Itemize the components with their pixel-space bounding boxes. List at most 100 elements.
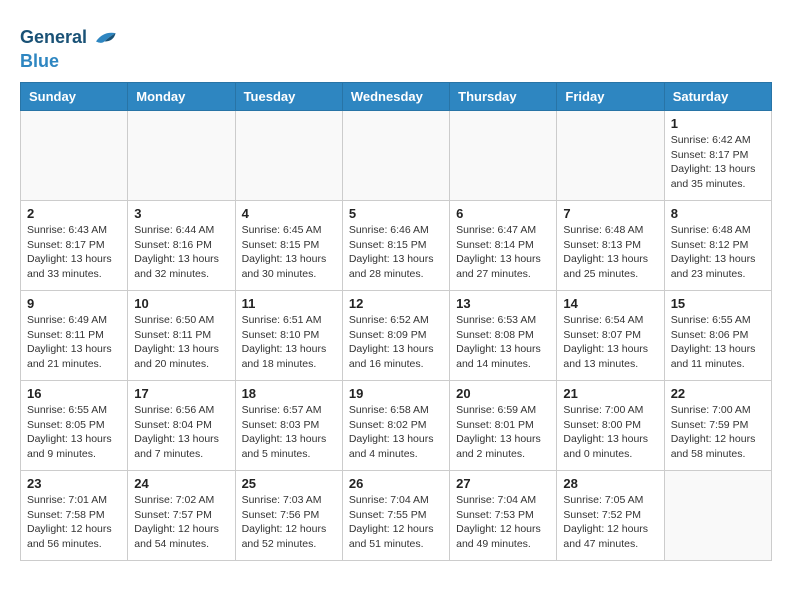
calendar-cell: 15 Sunrise: 6:55 AM Sunset: 8:06 PM Dayli… bbox=[664, 291, 771, 381]
page-header: General Blue bbox=[20, 20, 772, 72]
calendar-cell bbox=[557, 111, 664, 201]
day-info: Sunrise: 6:56 AM Sunset: 8:04 PM Dayligh… bbox=[134, 403, 228, 462]
day-info: Sunrise: 7:03 AM Sunset: 7:56 PM Dayligh… bbox=[242, 493, 336, 552]
header-monday: Monday bbox=[128, 83, 235, 111]
day-number: 4 bbox=[242, 206, 336, 221]
calendar-cell: 5 Sunrise: 6:46 AM Sunset: 8:15 PM Daylig… bbox=[342, 201, 449, 291]
calendar-cell: 4 Sunrise: 6:45 AM Sunset: 8:15 PM Daylig… bbox=[235, 201, 342, 291]
calendar-cell: 16 Sunrise: 6:55 AM Sunset: 8:05 PM Dayli… bbox=[21, 381, 128, 471]
day-number: 11 bbox=[242, 296, 336, 311]
day-number: 15 bbox=[671, 296, 765, 311]
calendar-cell: 26Sunrise: 7:04 AM Sunset: 7:55 PM Dayli… bbox=[342, 471, 449, 561]
day-info: Sunrise: 6:52 AM Sunset: 8:09 PM Dayligh… bbox=[349, 313, 443, 372]
calendar-cell bbox=[21, 111, 128, 201]
calendar-cell bbox=[664, 471, 771, 561]
header-thursday: Thursday bbox=[450, 83, 557, 111]
calendar-table: SundayMondayTuesdayWednesdayThursdayFrid… bbox=[20, 82, 772, 561]
day-number: 25 bbox=[242, 476, 336, 491]
calendar-cell: 1 Sunrise: 6:42 AM Sunset: 8:17 PM Daylig… bbox=[664, 111, 771, 201]
day-number: 14 bbox=[563, 296, 657, 311]
week-row-3: 16 Sunrise: 6:55 AM Sunset: 8:05 PM Dayli… bbox=[21, 381, 772, 471]
logo-bird-icon bbox=[89, 24, 117, 52]
week-row-4: 23 Sunrise: 7:01 AM Sunset: 7:58 PM Dayli… bbox=[21, 471, 772, 561]
day-info: Sunrise: 6:54 AM Sunset: 8:07 PM Dayligh… bbox=[563, 313, 657, 372]
day-info: Sunrise: 6:59 AM Sunset: 8:01 PM Dayligh… bbox=[456, 403, 550, 462]
day-info: Sunrise: 7:00 AM Sunset: 8:00 PM Dayligh… bbox=[563, 403, 657, 462]
header-tuesday: Tuesday bbox=[235, 83, 342, 111]
day-number: 17 bbox=[134, 386, 228, 401]
day-info: Sunrise: 7:01 AM Sunset: 7:58 PM Dayligh… bbox=[27, 493, 121, 552]
day-info: Sunrise: 6:50 AM Sunset: 8:11 PM Dayligh… bbox=[134, 313, 228, 372]
calendar-cell: 11Sunrise: 6:51 AM Sunset: 8:10 PM Dayli… bbox=[235, 291, 342, 381]
calendar-cell: 9 Sunrise: 6:49 AM Sunset: 8:11 PM Daylig… bbox=[21, 291, 128, 381]
day-number: 24 bbox=[134, 476, 228, 491]
week-row-0: 1 Sunrise: 6:42 AM Sunset: 8:17 PM Daylig… bbox=[21, 111, 772, 201]
calendar-cell: 17 Sunrise: 6:56 AM Sunset: 8:04 PM Dayli… bbox=[128, 381, 235, 471]
day-number: 5 bbox=[349, 206, 443, 221]
day-number: 23 bbox=[27, 476, 121, 491]
calendar-cell: 2Sunrise: 6:43 AM Sunset: 8:17 PM Daylig… bbox=[21, 201, 128, 291]
day-number: 10 bbox=[134, 296, 228, 311]
calendar-cell: 12 Sunrise: 6:52 AM Sunset: 8:09 PM Dayli… bbox=[342, 291, 449, 381]
day-number: 16 bbox=[27, 386, 121, 401]
calendar-cell: 18Sunrise: 6:57 AM Sunset: 8:03 PM Dayli… bbox=[235, 381, 342, 471]
calendar-cell: 19 Sunrise: 6:58 AM Sunset: 8:02 PM Dayli… bbox=[342, 381, 449, 471]
day-info: Sunrise: 6:47 AM Sunset: 8:14 PM Dayligh… bbox=[456, 223, 550, 282]
day-number: 6 bbox=[456, 206, 550, 221]
day-info: Sunrise: 6:48 AM Sunset: 8:12 PM Dayligh… bbox=[671, 223, 765, 282]
calendar-cell: 13Sunrise: 6:53 AM Sunset: 8:08 PM Dayli… bbox=[450, 291, 557, 381]
day-number: 1 bbox=[671, 116, 765, 131]
calendar-cell: 6 Sunrise: 6:47 AM Sunset: 8:14 PM Daylig… bbox=[450, 201, 557, 291]
day-info: Sunrise: 7:02 AM Sunset: 7:57 PM Dayligh… bbox=[134, 493, 228, 552]
day-number: 28 bbox=[563, 476, 657, 491]
day-number: 12 bbox=[349, 296, 443, 311]
calendar-cell bbox=[128, 111, 235, 201]
day-number: 13 bbox=[456, 296, 550, 311]
calendar-cell: 24 Sunrise: 7:02 AM Sunset: 7:57 PM Dayli… bbox=[128, 471, 235, 561]
logo-text-general: General bbox=[20, 28, 87, 48]
day-number: 8 bbox=[671, 206, 765, 221]
calendar-cell: 28 Sunrise: 7:05 AM Sunset: 7:52 PM Dayli… bbox=[557, 471, 664, 561]
day-number: 9 bbox=[27, 296, 121, 311]
day-number: 20 bbox=[456, 386, 550, 401]
day-info: Sunrise: 6:42 AM Sunset: 8:17 PM Dayligh… bbox=[671, 133, 765, 192]
day-info: Sunrise: 7:05 AM Sunset: 7:52 PM Dayligh… bbox=[563, 493, 657, 552]
calendar-cell bbox=[450, 111, 557, 201]
calendar-cell: 10 Sunrise: 6:50 AM Sunset: 8:11 PM Dayli… bbox=[128, 291, 235, 381]
calendar-header-row: SundayMondayTuesdayWednesdayThursdayFrid… bbox=[21, 83, 772, 111]
calendar-cell: 25 Sunrise: 7:03 AM Sunset: 7:56 PM Dayli… bbox=[235, 471, 342, 561]
calendar-cell: 8 Sunrise: 6:48 AM Sunset: 8:12 PM Daylig… bbox=[664, 201, 771, 291]
day-info: Sunrise: 6:49 AM Sunset: 8:11 PM Dayligh… bbox=[27, 313, 121, 372]
calendar-cell bbox=[342, 111, 449, 201]
week-row-1: 2Sunrise: 6:43 AM Sunset: 8:17 PM Daylig… bbox=[21, 201, 772, 291]
day-info: Sunrise: 7:00 AM Sunset: 7:59 PM Dayligh… bbox=[671, 403, 765, 462]
calendar-cell: 23 Sunrise: 7:01 AM Sunset: 7:58 PM Dayli… bbox=[21, 471, 128, 561]
header-sunday: Sunday bbox=[21, 83, 128, 111]
day-info: Sunrise: 6:58 AM Sunset: 8:02 PM Dayligh… bbox=[349, 403, 443, 462]
day-number: 19 bbox=[349, 386, 443, 401]
day-number: 3 bbox=[134, 206, 228, 221]
day-info: Sunrise: 7:04 AM Sunset: 7:53 PM Dayligh… bbox=[456, 493, 550, 552]
day-info: Sunrise: 6:46 AM Sunset: 8:15 PM Dayligh… bbox=[349, 223, 443, 282]
day-number: 22 bbox=[671, 386, 765, 401]
calendar-cell: 20 Sunrise: 6:59 AM Sunset: 8:01 PM Dayli… bbox=[450, 381, 557, 471]
calendar-cell: 3Sunrise: 6:44 AM Sunset: 8:16 PM Daylig… bbox=[128, 201, 235, 291]
day-info: Sunrise: 6:48 AM Sunset: 8:13 PM Dayligh… bbox=[563, 223, 657, 282]
day-info: Sunrise: 7:04 AM Sunset: 7:55 PM Dayligh… bbox=[349, 493, 443, 552]
day-info: Sunrise: 6:55 AM Sunset: 8:06 PM Dayligh… bbox=[671, 313, 765, 372]
day-number: 18 bbox=[242, 386, 336, 401]
calendar-cell: 14 Sunrise: 6:54 AM Sunset: 8:07 PM Dayli… bbox=[557, 291, 664, 381]
day-number: 21 bbox=[563, 386, 657, 401]
header-saturday: Saturday bbox=[664, 83, 771, 111]
day-info: Sunrise: 6:45 AM Sunset: 8:15 PM Dayligh… bbox=[242, 223, 336, 282]
day-info: Sunrise: 6:43 AM Sunset: 8:17 PM Dayligh… bbox=[27, 223, 121, 282]
day-number: 7 bbox=[563, 206, 657, 221]
header-wednesday: Wednesday bbox=[342, 83, 449, 111]
logo: General Blue bbox=[20, 24, 117, 72]
logo-text-blue: Blue bbox=[20, 51, 59, 71]
calendar-cell: 21 Sunrise: 7:00 AM Sunset: 8:00 PM Dayli… bbox=[557, 381, 664, 471]
header-friday: Friday bbox=[557, 83, 664, 111]
week-row-2: 9 Sunrise: 6:49 AM Sunset: 8:11 PM Daylig… bbox=[21, 291, 772, 381]
calendar-cell: 7 Sunrise: 6:48 AM Sunset: 8:13 PM Daylig… bbox=[557, 201, 664, 291]
day-info: Sunrise: 6:55 AM Sunset: 8:05 PM Dayligh… bbox=[27, 403, 121, 462]
